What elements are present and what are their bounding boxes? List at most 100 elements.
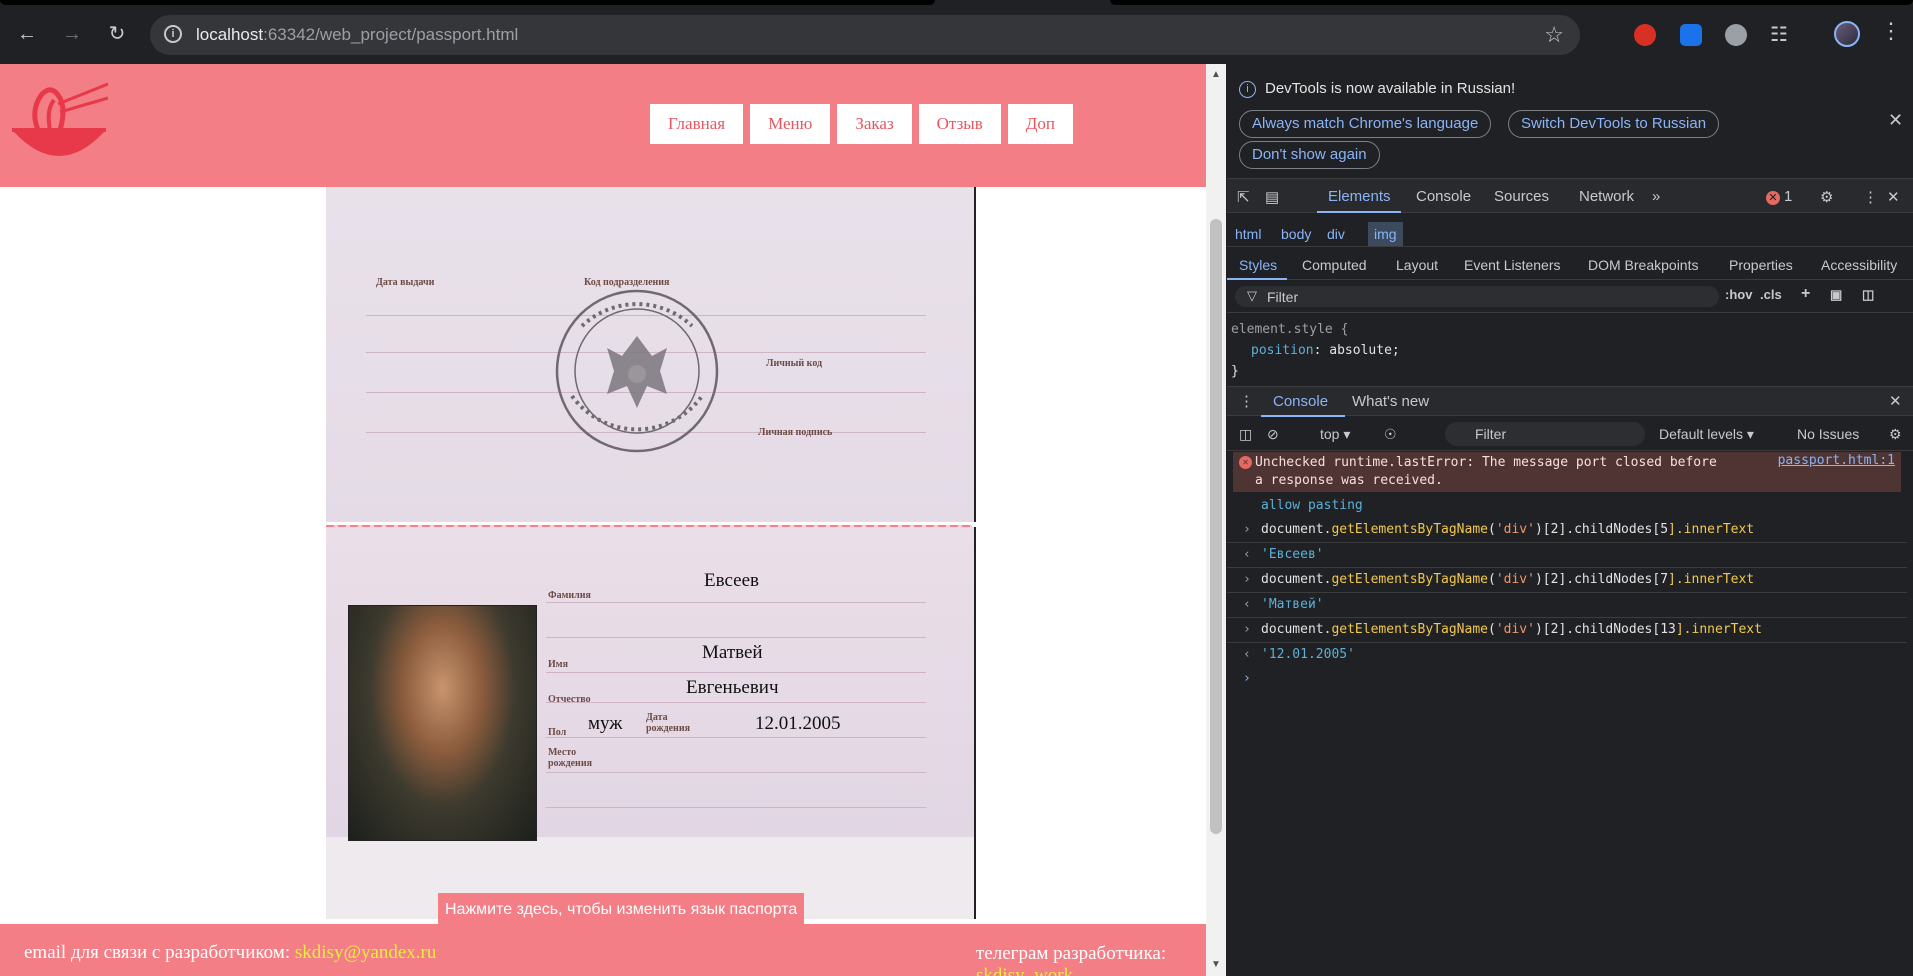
tab-strip-edge bbox=[1110, 0, 1913, 5]
subtab-computed[interactable]: Computed bbox=[1302, 257, 1367, 273]
reload-icon[interactable]: ↻ bbox=[103, 20, 131, 48]
crumb-div[interactable]: div bbox=[1327, 226, 1345, 242]
extensions-puzzle-icon[interactable]: ☷ bbox=[1770, 22, 1788, 47]
crumb-body[interactable]: body bbox=[1281, 226, 1311, 242]
forward-icon[interactable]: → bbox=[58, 20, 86, 48]
inspect-element-icon[interactable]: ⇱ bbox=[1237, 188, 1250, 206]
url-path: :63342/web_project/passport.html bbox=[263, 25, 519, 44]
switch-to-russian-button[interactable]: Switch DevTools to Russian bbox=[1508, 110, 1720, 138]
console-prompt-icon[interactable]: › bbox=[1243, 671, 1251, 686]
color-format-icon[interactable]: ▣ bbox=[1830, 287, 1842, 303]
live-expression-eye-icon[interactable]: ☉ bbox=[1384, 426, 1397, 443]
devtools-menu-icon[interactable]: ⋮ bbox=[1863, 188, 1878, 206]
email-link[interactable]: skdisy@yandex.ru bbox=[295, 942, 437, 963]
subtab-dom-breakpoints[interactable]: DOM Breakpoints bbox=[1588, 257, 1698, 273]
cmd-function: getElementsByTagName bbox=[1331, 622, 1488, 637]
name-label: Имя bbox=[548, 659, 568, 670]
nav-order[interactable]: Заказ bbox=[837, 104, 912, 144]
subtab-layout[interactable]: Layout bbox=[1396, 257, 1438, 273]
browser-menu-icon[interactable]: ⋮ bbox=[1880, 18, 1902, 44]
console-filter-input[interactable]: Filter bbox=[1445, 422, 1645, 446]
dont-show-again-button[interactable]: Don't show again bbox=[1239, 141, 1380, 169]
cmd-prefix: document. bbox=[1261, 522, 1332, 537]
context-selector[interactable]: top ▾ bbox=[1320, 426, 1350, 443]
selector-text: element.style { bbox=[1231, 322, 1349, 337]
scroll-up-icon[interactable]: ▲ bbox=[1211, 69, 1221, 80]
guide-line bbox=[546, 637, 926, 638]
result-value: '12.01.2005' bbox=[1261, 647, 1355, 662]
noodle-bowl-logo[interactable] bbox=[8, 80, 110, 168]
profile-avatar[interactable] bbox=[1834, 21, 1860, 47]
error-icon: ✕ bbox=[1239, 456, 1252, 469]
subtab-properties[interactable]: Properties bbox=[1729, 257, 1793, 273]
close-infobar-icon[interactable]: ✕ bbox=[1888, 110, 1903, 131]
subtab-styles[interactable]: Styles bbox=[1239, 257, 1277, 273]
result-chevron-icon: ‹ bbox=[1243, 597, 1251, 612]
console-input-entry: › document.getElementsByTagName('div')[2]… bbox=[1227, 519, 1907, 543]
footer-email: email для связи с разработчиком: skdisy@… bbox=[24, 942, 436, 964]
new-rule-icon[interactable]: + bbox=[1801, 285, 1810, 303]
nav-home[interactable]: Главная bbox=[650, 104, 744, 144]
drawer-tab-console[interactable]: Console bbox=[1273, 393, 1328, 410]
console-settings-icon[interactable]: ⚙ bbox=[1889, 426, 1902, 443]
scrollbar-thumb[interactable] bbox=[1210, 219, 1222, 834]
error-text-line2: a response was received. bbox=[1255, 473, 1443, 488]
cmd-argument: 'div' bbox=[1495, 622, 1535, 637]
drawer-menu-icon[interactable]: ⋮ bbox=[1239, 392, 1254, 410]
surname-label: Фамилия bbox=[548, 590, 591, 601]
nav-extra[interactable]: Доп bbox=[1007, 104, 1073, 144]
toggle-sidebar-icon[interactable]: ◫ bbox=[1862, 287, 1874, 303]
error-source-link[interactable]: passport.html:1 bbox=[1778, 452, 1895, 470]
extension-globe-icon[interactable] bbox=[1725, 24, 1747, 46]
close-drawer-icon[interactable]: ✕ bbox=[1889, 392, 1902, 410]
address-bar[interactable]: i localhost:63342/web_project/passport.h… bbox=[150, 15, 1580, 55]
tab-elements[interactable]: Elements bbox=[1328, 188, 1391, 205]
error-count-badge[interactable]: ✕ 1 bbox=[1766, 188, 1792, 205]
page-scrollbar[interactable]: ▲ ▼ bbox=[1206, 64, 1226, 976]
style-declaration[interactable]: position: absolute; bbox=[1251, 343, 1400, 358]
scroll-down-icon[interactable]: ▼ bbox=[1211, 959, 1221, 970]
console-filter-placeholder: Filter bbox=[1475, 426, 1507, 442]
extension-download-icon[interactable] bbox=[1680, 24, 1702, 46]
cls-toggle[interactable]: .cls bbox=[1760, 287, 1782, 302]
console-sidebar-icon[interactable]: ◫ bbox=[1239, 426, 1252, 443]
extension-red-icon[interactable] bbox=[1634, 24, 1656, 46]
issue-date-label: Дата выдачи bbox=[376, 277, 435, 288]
settings-gear-icon[interactable]: ⚙ bbox=[1820, 188, 1833, 206]
issues-counter[interactable]: No Issues bbox=[1797, 426, 1859, 442]
log-levels-dropdown[interactable]: Default levels ▾ bbox=[1659, 426, 1754, 443]
back-icon[interactable]: ← bbox=[13, 20, 41, 48]
telegram-link[interactable]: skdisy_work bbox=[976, 965, 1166, 976]
styles-filter-input[interactable]: ▽ Filter bbox=[1235, 286, 1719, 307]
crumb-img[interactable]: img bbox=[1368, 222, 1403, 246]
bookmark-star-icon[interactable]: ☆ bbox=[1544, 22, 1564, 48]
change-language-button[interactable]: Нажмите здесь, чтобы изменить язык паспо… bbox=[438, 893, 805, 927]
input-chevron-icon: › bbox=[1243, 572, 1251, 587]
nav-menu[interactable]: Меню bbox=[750, 104, 831, 144]
nav-review[interactable]: Отзыв bbox=[918, 104, 1001, 144]
result-chevron-icon: ‹ bbox=[1243, 547, 1251, 562]
crumb-html[interactable]: html bbox=[1235, 226, 1261, 242]
clear-console-icon[interactable]: ⊘ bbox=[1267, 426, 1279, 443]
always-match-language-button[interactable]: Always match Chrome's language bbox=[1239, 110, 1492, 138]
more-tabs-icon[interactable]: » bbox=[1652, 188, 1660, 205]
site-info-icon[interactable]: i bbox=[164, 25, 182, 43]
subtab-event-listeners[interactable]: Event Listeners bbox=[1464, 257, 1561, 273]
hov-toggle[interactable]: :hov bbox=[1725, 287, 1752, 302]
console-output: ✕ Unchecked runtime.lastError: The messa… bbox=[1227, 451, 1913, 976]
tab-console[interactable]: Console bbox=[1416, 188, 1471, 205]
console-input-entry: › document.getElementsByTagName('div')[2]… bbox=[1227, 619, 1907, 643]
tab-strip-edge bbox=[0, 0, 935, 5]
tab-sources[interactable]: Sources bbox=[1494, 188, 1549, 205]
tab-network[interactable]: Network bbox=[1579, 188, 1634, 205]
guide-line bbox=[546, 702, 926, 703]
close-devtools-icon[interactable]: ✕ bbox=[1887, 188, 1900, 206]
site-header: Главная Меню Заказ Отзыв Доп bbox=[0, 64, 1206, 187]
birth-date-label: Дата рождения bbox=[646, 712, 690, 734]
drawer-tab-whats-new[interactable]: What's new bbox=[1352, 393, 1429, 410]
devtools-language-infobar: i DevTools is now available in Russian! … bbox=[1227, 64, 1913, 179]
dom-breadcrumb: html body div img bbox=[1227, 221, 1913, 247]
device-toolbar-icon[interactable]: ▤ bbox=[1265, 188, 1279, 206]
subtab-accessibility[interactable]: Accessibility bbox=[1821, 257, 1897, 273]
url-text[interactable]: localhost:63342/web_project/passport.htm… bbox=[196, 25, 518, 45]
